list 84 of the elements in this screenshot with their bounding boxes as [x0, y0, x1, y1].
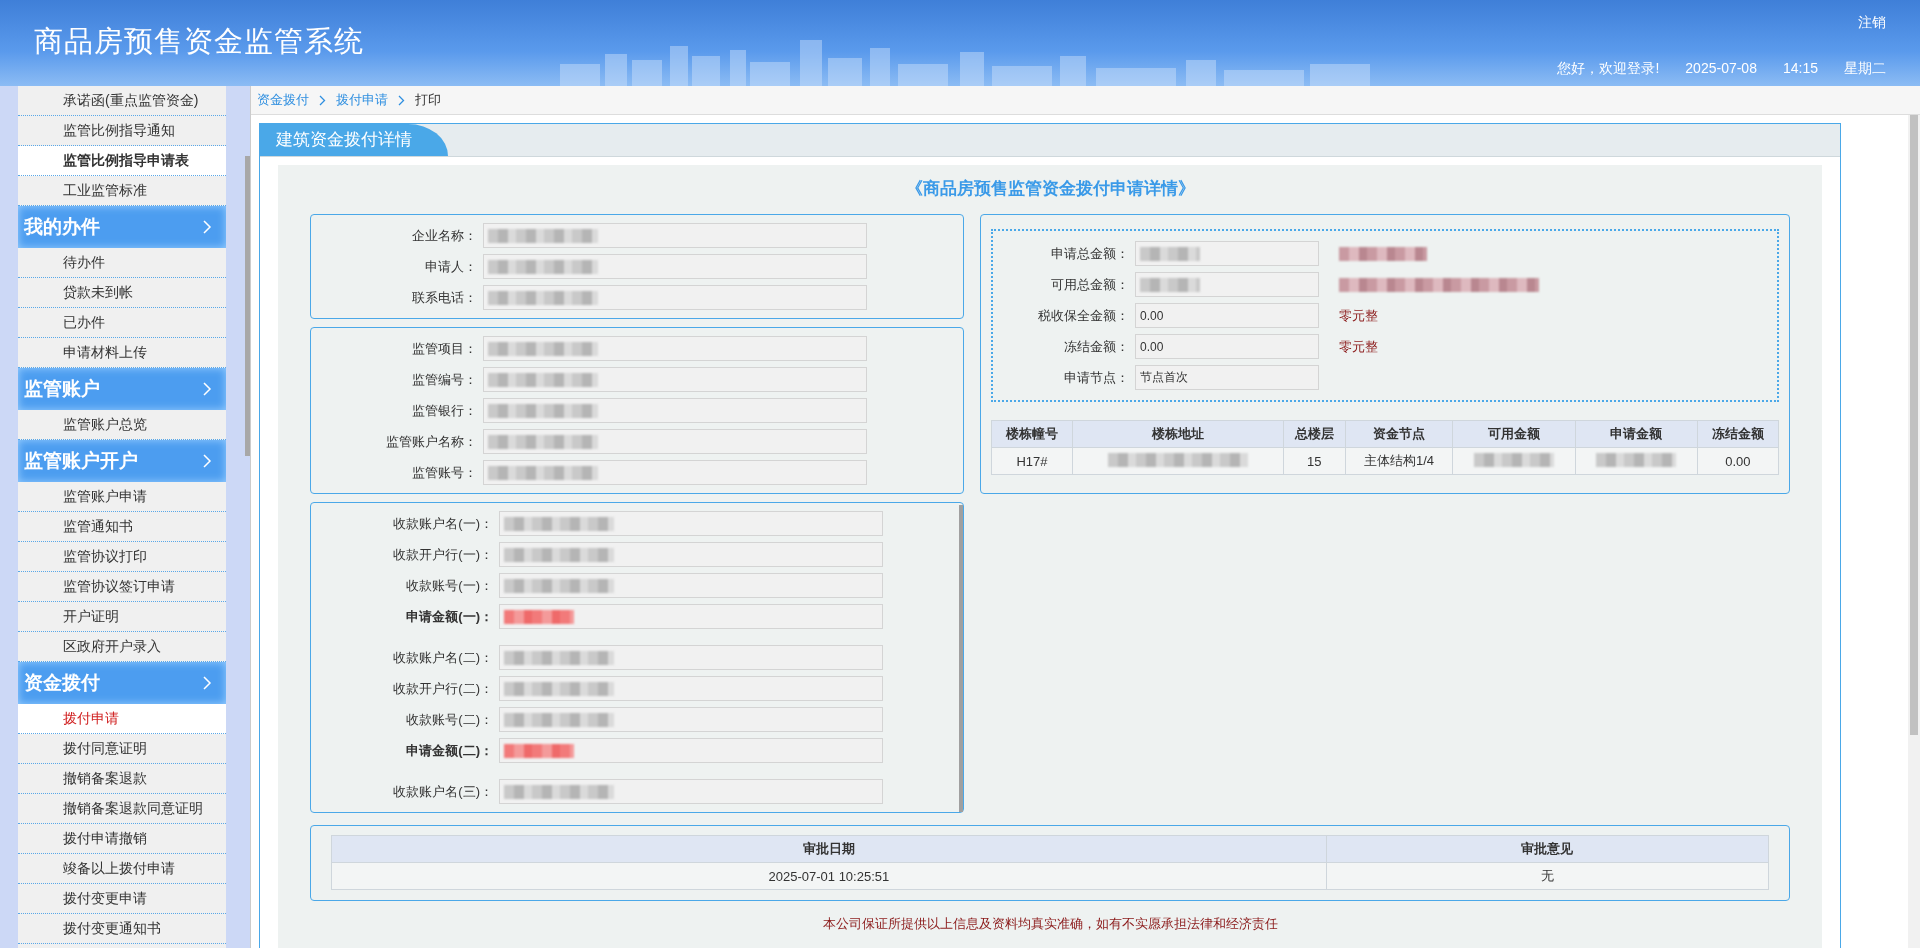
weekday-text: 星期二	[1844, 60, 1886, 78]
field-label: 收款账号(二)：	[405, 710, 493, 729]
app-title: 商品房预售资金监管系统	[33, 24, 364, 59]
field-label: 企业名称：	[411, 226, 477, 245]
scrollbar[interactable]	[1908, 115, 1920, 948]
document-title: 《商品房预售监管资金拨付申请详情》	[905, 178, 1195, 200]
field-label: 申请总金额：	[1050, 244, 1129, 263]
field-label: 收款账号(一)：	[405, 576, 493, 595]
input-field[interactable]: 0.00	[1135, 334, 1319, 359]
input-field[interactable]	[499, 738, 883, 763]
input-field[interactable]	[483, 254, 867, 279]
input-field[interactable]	[1135, 272, 1319, 297]
input-field[interactable]	[499, 676, 883, 701]
column-header: 楼栋幢号	[991, 420, 1073, 448]
input-field[interactable]: 0.00	[1135, 303, 1319, 328]
column-header: 资金节点	[1345, 420, 1453, 448]
time-text: 14:15	[1782, 60, 1818, 78]
input-field[interactable]	[499, 573, 883, 598]
section-title: 我的办件	[24, 215, 100, 239]
date-text: 2025-07-08	[1685, 60, 1757, 78]
field-label: 联系电话：	[411, 288, 477, 307]
panel-title: 建筑资金拨付详情	[260, 124, 448, 156]
table-cell: H17#	[991, 447, 1073, 475]
field-label: 收款账户名(一)：	[392, 514, 493, 533]
chevron-right-icon	[203, 382, 212, 396]
section-title: 资金拨付	[24, 671, 100, 695]
table-cell: 无	[1326, 862, 1769, 890]
chevron-right-icon	[319, 94, 326, 106]
field-label: 收款开户行(一)：	[392, 545, 493, 564]
column-header: 审批意见	[1326, 835, 1769, 863]
field-label: 申请金额(一)：	[405, 607, 493, 626]
column-header: 申请金额	[1575, 420, 1698, 448]
declaration-text: 本公司保证所提供以上信息及资料均真实准确，如有不实愿承担法律和经济责任	[822, 915, 1278, 933]
field-label: 监管银行：	[411, 401, 477, 420]
section-title: 监管账户	[24, 377, 100, 401]
section-title: 监管账户开户	[24, 449, 138, 473]
input-field[interactable]	[483, 367, 867, 392]
amount-in-words: 零元整	[1339, 306, 1378, 325]
field-label: 冻结金额：	[1063, 337, 1129, 356]
input-field[interactable]	[499, 604, 883, 629]
chevron-right-icon	[398, 94, 405, 106]
field-label: 申请金额(二)：	[405, 741, 493, 760]
menu-item[interactable]: 拨付申请	[18, 704, 226, 734]
input-field[interactable]	[499, 645, 883, 670]
field-label: 监管编号：	[411, 370, 477, 389]
column-header: 冻结金额	[1697, 420, 1779, 448]
field-label: 监管项目：	[411, 339, 477, 358]
chevron-right-icon	[203, 220, 212, 234]
field-label: 税收保全金额：	[1037, 306, 1129, 325]
field-label: 收款账户名(三)：	[392, 782, 493, 801]
menu-item[interactable]: 监管比例指导申请表	[18, 146, 226, 176]
amount-in-words: 零元整	[1339, 337, 1378, 356]
welcome-text: 您好，欢迎登录!	[1557, 60, 1660, 78]
input-field[interactable]	[499, 542, 883, 567]
field-label: 监管账号：	[411, 463, 477, 482]
field-label: 收款账户名(二)：	[392, 648, 493, 667]
chevron-right-icon	[203, 454, 212, 468]
column-header: 可用金额	[1452, 420, 1576, 448]
table-cell: 2025-07-01 10:25:51	[331, 862, 1327, 890]
input-field[interactable]	[483, 398, 867, 423]
field-label: 监管账户名称：	[385, 432, 477, 451]
input-field[interactable]: 节点首次	[1135, 365, 1319, 390]
field-label: 可用总金额：	[1050, 275, 1129, 294]
scrollbar[interactable]	[959, 505, 963, 812]
input-field[interactable]	[483, 429, 867, 454]
input-field[interactable]	[483, 336, 867, 361]
input-field[interactable]	[499, 779, 883, 804]
scrollbar[interactable]	[245, 156, 250, 456]
field-label: 申请节点：	[1063, 368, 1129, 387]
input-field[interactable]	[483, 223, 867, 248]
input-field[interactable]	[1135, 241, 1319, 266]
column-header: 楼栋地址	[1072, 420, 1284, 448]
input-field[interactable]	[499, 511, 883, 536]
input-field[interactable]	[499, 707, 883, 732]
column-header: 总楼层	[1283, 420, 1346, 448]
input-field[interactable]	[483, 285, 867, 310]
column-header: 审批日期	[331, 835, 1327, 863]
table-cell: 主体结构1/4	[1345, 447, 1453, 475]
breadcrumb-link[interactable]: 打印	[415, 91, 441, 109]
table-cell: 0.00	[1697, 447, 1779, 475]
field-label: 申请人：	[424, 257, 477, 276]
input-field[interactable]	[483, 460, 867, 485]
field-label: 收款开户行(二)：	[392, 679, 493, 698]
chevron-right-icon	[203, 676, 212, 690]
